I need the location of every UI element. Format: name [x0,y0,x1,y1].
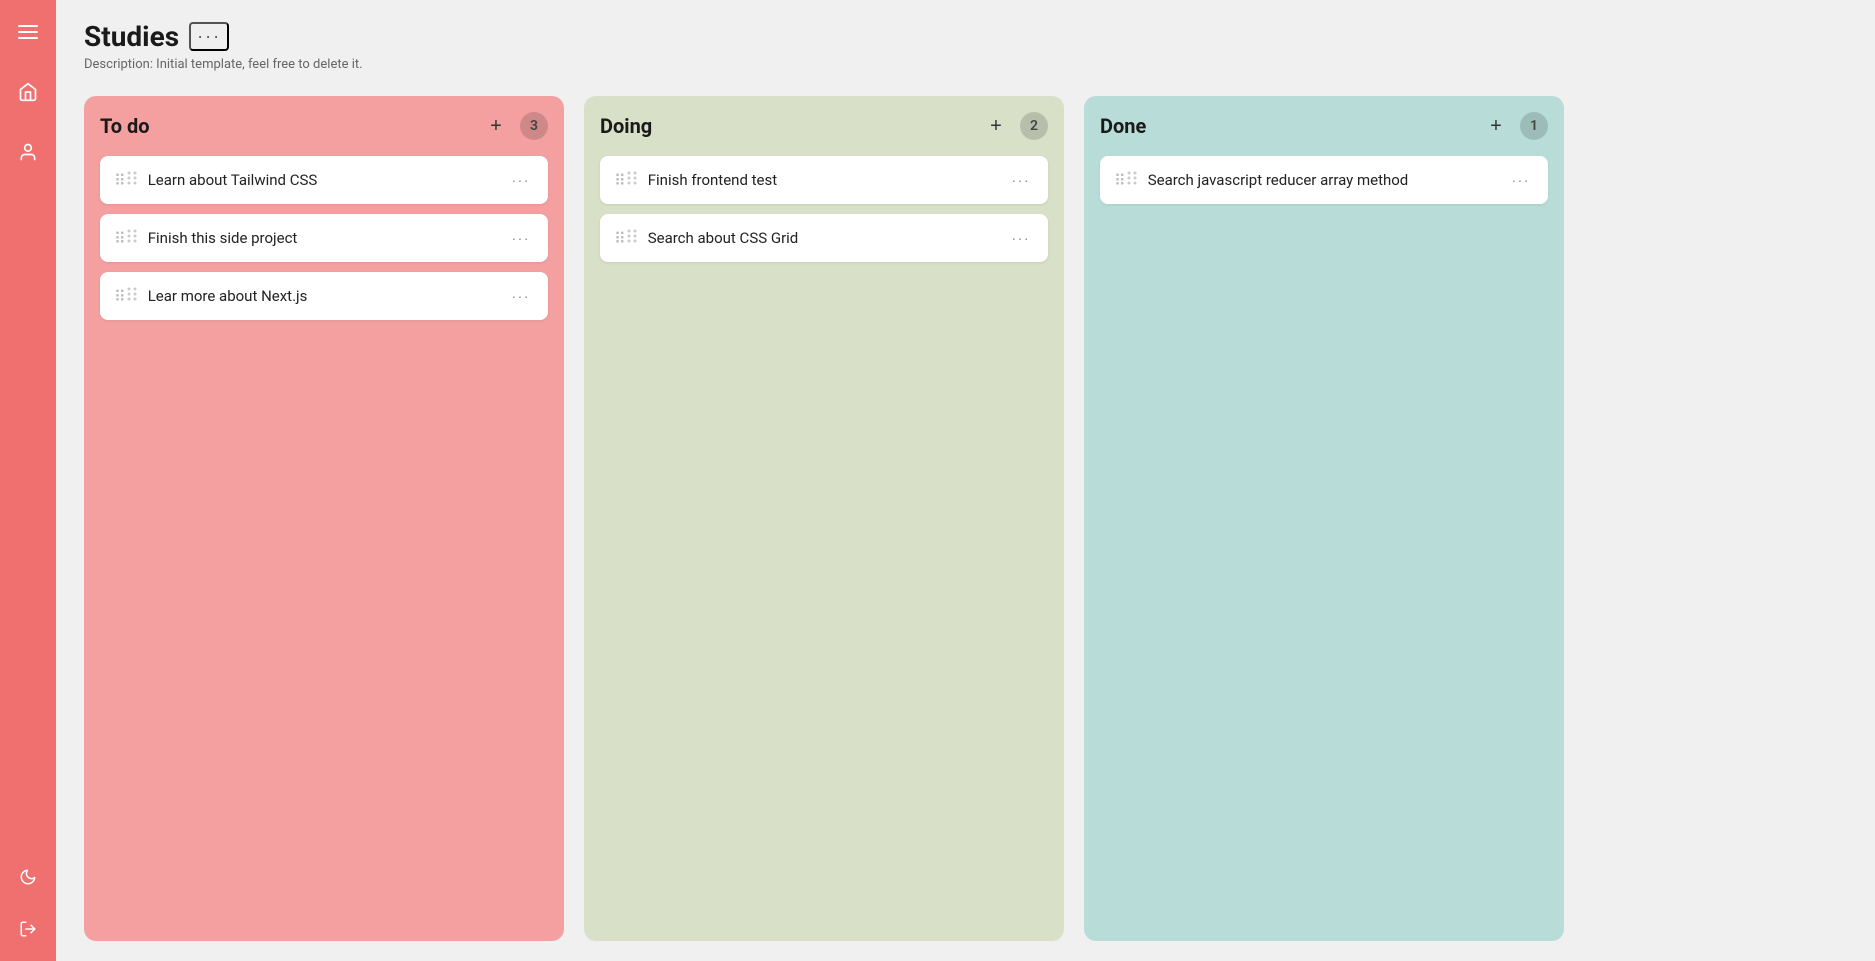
task-card-d2: Search about CSS Grid ··· [600,214,1048,262]
home-icon[interactable] [12,76,44,108]
menu-icon[interactable] [12,16,44,48]
count-badge-doing: 2 [1020,112,1048,140]
task-card-t3: Lear more about Next.js ··· [100,272,548,320]
task-card-t2: Finish this side project ··· [100,214,548,262]
column-header-done: Done +1 [1100,112,1548,140]
main-content: Studies ··· Description: Initial templat… [56,0,1875,961]
task-text-t1: Learn about Tailwind CSS [148,171,498,189]
task-card-dn1: Search javascript reducer array method ··… [1100,156,1548,204]
task-text-d1: Finish frontend test [648,171,998,189]
task-text-t2: Finish this side project [148,229,498,247]
task-card-t1: Learn about Tailwind CSS ··· [100,156,548,204]
drag-handle-d1[interactable] [614,170,638,190]
add-task-button-doing[interactable]: + [982,112,1010,140]
task-menu-button-t2[interactable]: ··· [508,228,535,248]
count-badge-done: 1 [1520,112,1548,140]
task-menu-button-d2[interactable]: ··· [1008,228,1035,248]
column-header-right-doing: +2 [982,112,1048,140]
column-done: Done +1 Search javascript reducer array m… [1084,96,1564,941]
count-badge-todo: 3 [520,112,548,140]
column-todo: To do +3 Learn about Tailwind CSS ··· Fini… [84,96,564,941]
board: To do +3 Learn about Tailwind CSS ··· Fini… [84,96,1847,941]
page-header: Studies ··· [84,20,1847,53]
drag-handle-t3[interactable] [114,286,138,306]
add-task-button-todo[interactable]: + [482,112,510,140]
task-menu-button-dn1[interactable]: ··· [1508,170,1535,190]
column-title-doing: Doing [600,114,652,138]
add-task-button-done[interactable]: + [1482,112,1510,140]
column-header-right-todo: +3 [482,112,548,140]
drag-handle-t2[interactable] [114,228,138,248]
column-title-todo: To do [100,114,150,138]
page-description: Description: Initial template, feel free… [84,57,1847,72]
user-icon[interactable] [12,136,44,168]
task-menu-button-t1[interactable]: ··· [508,170,535,190]
task-text-d2: Search about CSS Grid [648,229,998,247]
task-card-d1: Finish frontend test ··· [600,156,1048,204]
page-title: Studies [84,20,179,53]
task-menu-button-t3[interactable]: ··· [508,286,535,306]
moon-icon[interactable] [12,861,44,893]
task-text-dn1: Search javascript reducer array method [1148,171,1498,189]
drag-handle-t1[interactable] [114,170,138,190]
sidebar [0,0,56,961]
page-menu-button[interactable]: ··· [189,22,229,51]
column-header-right-done: +1 [1482,112,1548,140]
sidebar-bottom [12,861,44,945]
task-menu-button-d1[interactable]: ··· [1008,170,1035,190]
column-header-todo: To do +3 [100,112,548,140]
column-doing: Doing +2 Finish frontend test ··· Search a… [584,96,1064,941]
column-header-doing: Doing +2 [600,112,1048,140]
drag-handle-d2[interactable] [614,228,638,248]
drag-handle-dn1[interactable] [1114,170,1138,190]
task-text-t3: Lear more about Next.js [148,287,498,305]
logout-icon[interactable] [12,913,44,945]
column-title-done: Done [1100,114,1146,138]
